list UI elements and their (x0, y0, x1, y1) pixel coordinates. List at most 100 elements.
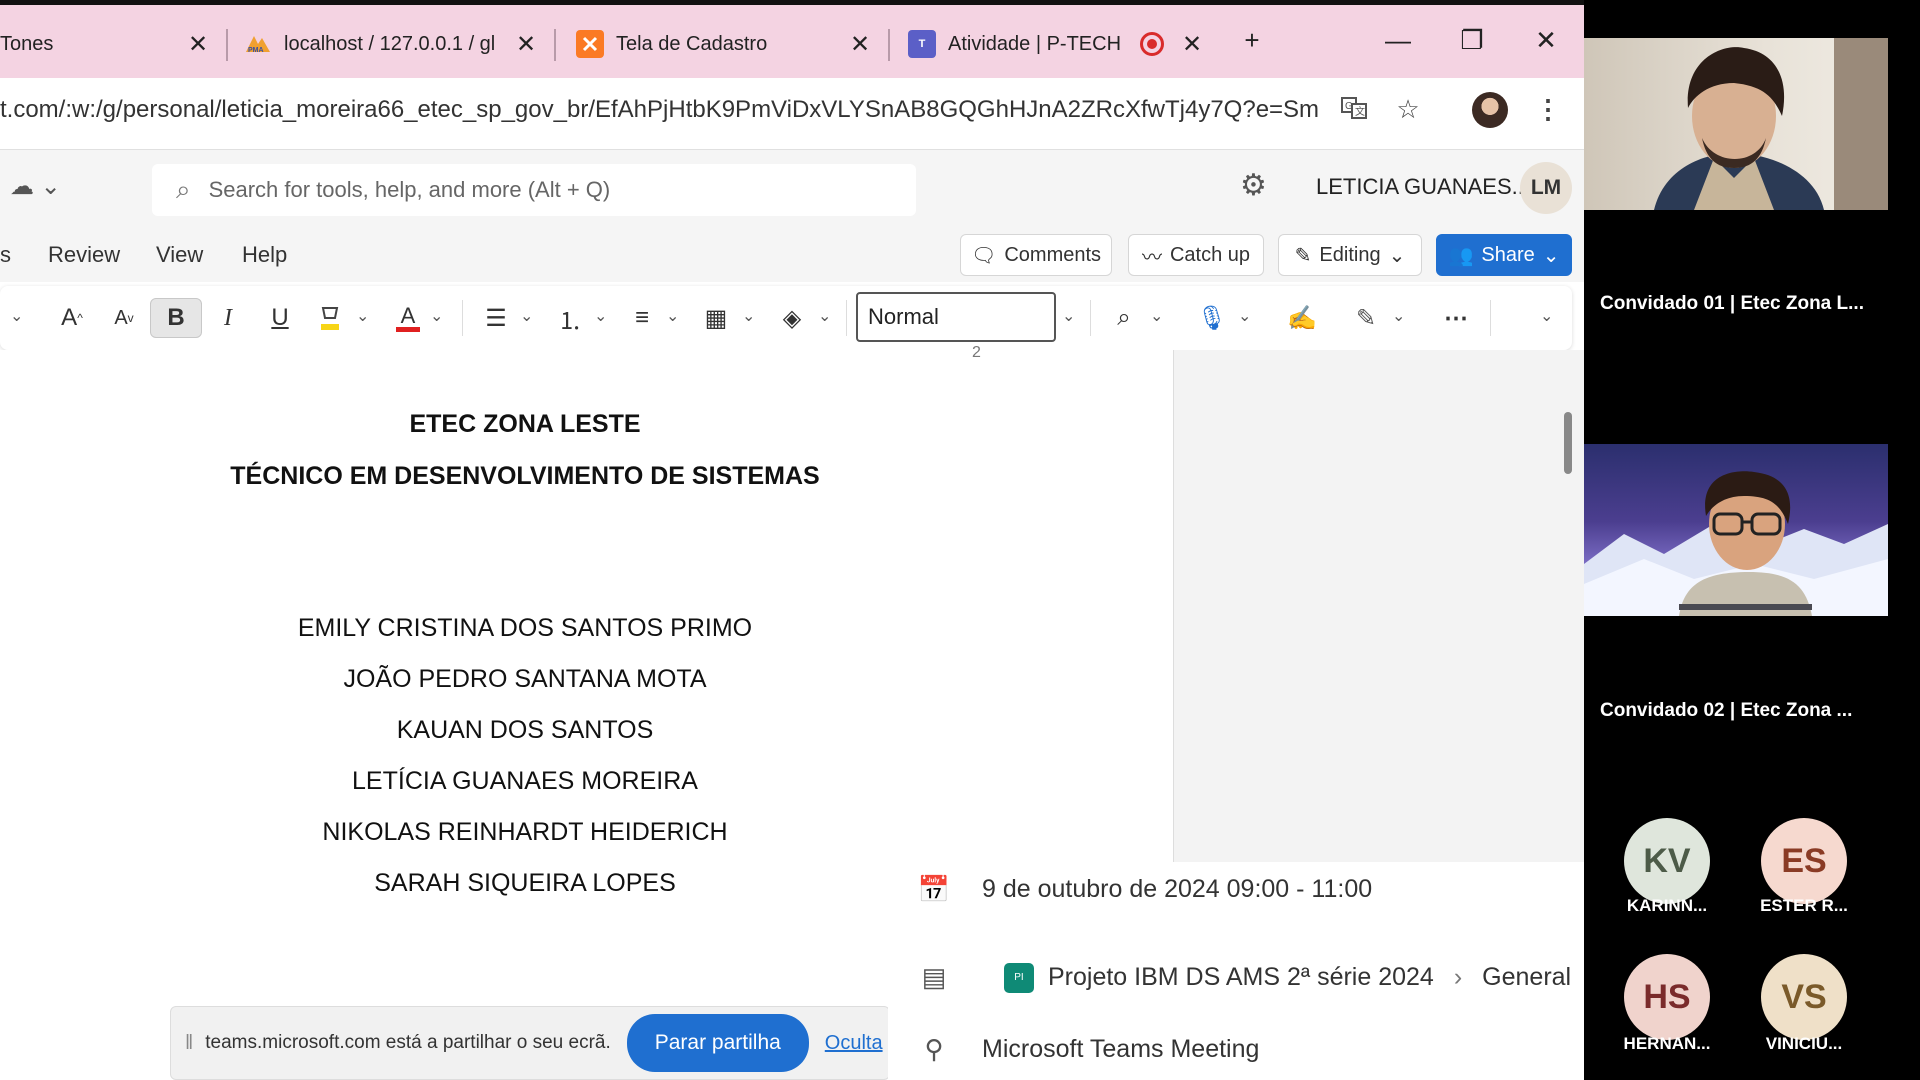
find-icon[interactable]: ⌕ (1104, 298, 1144, 338)
menu-item-review[interactable]: Review (48, 242, 120, 268)
more-options-icon[interactable]: ⋯ (1436, 298, 1476, 338)
font-size-dropdown-icon[interactable]: ⌄ (10, 306, 23, 326)
grow-font-icon[interactable]: A ^ (52, 298, 92, 338)
browser-tab-strip: Tones ✕ PMA localhost / 127.0.0.1 / gl ✕… (0, 0, 1584, 78)
participant-video[interactable] (1584, 38, 1888, 210)
chevron-down-icon[interactable]: ⌄ (818, 306, 831, 326)
more-menu-icon[interactable]: ⋮ (1530, 94, 1566, 125)
doc-student-name: JOÃO PEDRO SANTANA MOTA (343, 665, 707, 693)
close-icon[interactable]: ✕ (1180, 30, 1204, 59)
doc-student-name: LETÍCIA GUANAES MOREIRA (352, 767, 698, 795)
browser-tab-phpmyadmin[interactable]: PMA localhost / 127.0.0.1 / gl ✕ (244, 16, 538, 72)
new-tab-button[interactable]: + (1232, 25, 1272, 56)
meeting-info-card: 📅 9 de outubro de 2024 09:00 - 11:00 ▤ P… (888, 862, 1584, 1080)
participant-label: VINICIU... (1765, 1034, 1843, 1053)
borders-icon[interactable]: ▦ (698, 298, 734, 338)
profile-avatar[interactable] (1472, 92, 1508, 128)
tab-divider (226, 29, 228, 61)
word-menu-row: s Review View Help 🗨 Comments 〰 Catch up… (0, 228, 1584, 282)
team-icon: PI (1004, 962, 1034, 993)
minimize-icon[interactable]: — (1378, 25, 1418, 56)
meeting-channel-name[interactable]: General (1482, 963, 1571, 992)
numbering-icon[interactable]: ⒈ (552, 298, 588, 338)
hide-banner-link[interactable]: Oculta (825, 1032, 883, 1055)
share-label: Share (1481, 243, 1535, 266)
menu-item-partial[interactable]: s (0, 242, 11, 268)
expand-ribbon-icon[interactable]: ⌄ (1540, 306, 1553, 326)
comments-button[interactable]: 🗨 Comments (960, 234, 1112, 276)
menu-item-view[interactable]: View (156, 242, 203, 268)
chevron-down-icon[interactable]: ⌄ (430, 306, 443, 326)
close-icon[interactable]: ✕ (514, 30, 538, 59)
participant-avatar[interactable]: VS (1761, 954, 1847, 1040)
designer-icon[interactable]: ✎ (1346, 298, 1386, 338)
browser-tab-atividade-teams[interactable]: T Atividade | P-TECH | ✕ (908, 16, 1204, 72)
autosave-cloud-icon[interactable]: ☁︎ ⌄ (10, 172, 61, 201)
people-icon: 👥 (1448, 244, 1474, 267)
bold-icon[interactable]: B (150, 298, 202, 338)
chevron-down-icon[interactable]: ⌄ (742, 306, 755, 326)
chevron-down-icon[interactable]: ⌄ (520, 306, 533, 326)
tab-divider (554, 29, 556, 61)
meeting-location-row: ⚲ Microsoft Teams Meeting (888, 1034, 1259, 1065)
search-input[interactable]: ⌕ Search for tools, help, and more (Alt … (152, 164, 916, 216)
window-close-icon[interactable]: ✕ (1526, 25, 1566, 56)
chevron-down-icon[interactable]: ⌄ (1062, 306, 1075, 326)
teams-participants-panel: Convidado 01 | Etec Zona L... Convidado … (1584, 0, 1920, 1080)
highlight-icon[interactable] (312, 298, 348, 338)
share-button[interactable]: 👥 Share ⌄ (1436, 234, 1572, 276)
toolbar-divider (1090, 300, 1091, 336)
participant-label: ESTER R... (1760, 896, 1848, 915)
close-icon[interactable]: ✕ (186, 30, 210, 59)
chevron-down-icon[interactable]: ⌄ (356, 306, 369, 326)
tab-label: Atividade | P-TECH | (948, 32, 1128, 55)
toolbar-divider (1490, 300, 1491, 336)
participant-avatar[interactable]: HS (1624, 954, 1710, 1040)
editor-icon[interactable]: ✍ (1282, 298, 1322, 338)
participant-video[interactable] (1584, 444, 1888, 616)
meeting-team-name[interactable]: Projeto IBM DS AMS 2ª série 2024 (1048, 963, 1434, 992)
browser-tab-tela-cadastro[interactable]: Tela de Cadastro ✕ (576, 16, 872, 72)
shrink-font-icon[interactable]: Av (104, 298, 144, 338)
vertical-scrollbar[interactable] (1564, 412, 1572, 474)
editing-label: Editing (1319, 243, 1381, 266)
menu-item-help[interactable]: Help (242, 242, 287, 268)
participant-avatar[interactable]: ES (1761, 818, 1847, 904)
chevron-down-icon[interactable]: ⌄ (666, 306, 679, 326)
font-color-icon[interactable]: A (390, 298, 426, 338)
drag-handle-icon[interactable]: ‖ (185, 1032, 193, 1055)
star-icon[interactable]: ☆ (1390, 94, 1426, 125)
chevron-down-icon: ⌄ (1388, 244, 1406, 267)
tab-label: localhost / 127.0.0.1 / gl (284, 32, 496, 55)
translate-icon[interactable]: G文 (1336, 94, 1372, 129)
pencil-icon: ✎ (1294, 244, 1312, 267)
activity-icon: 〰 (1141, 246, 1162, 269)
chevron-down-icon[interactable]: ⌄ (1238, 306, 1251, 326)
bullets-icon[interactable]: ☰ (478, 298, 514, 338)
shading-icon[interactable]: ◈ (774, 298, 810, 338)
close-icon[interactable]: ✕ (848, 30, 872, 59)
share-banner-text: teams.microsoft.com está a partilhar o s… (205, 1032, 611, 1053)
restore-icon[interactable]: ❐ (1452, 25, 1492, 56)
user-avatar[interactable]: LM (1520, 162, 1572, 214)
meeting-channel-row[interactable]: ▤ PI Projeto IBM DS AMS 2ª série 2024 › … (888, 962, 1571, 993)
underline-icon[interactable]: U (260, 298, 300, 338)
stop-sharing-button[interactable]: Parar partilha (626, 1014, 809, 1072)
url-field[interactable]: t.com/:w:/g/personal/leticia_moreira66_e… (0, 96, 1320, 124)
chevron-down-icon[interactable]: ⌄ (1150, 306, 1163, 326)
chevron-down-icon[interactable]: ⌄ (1392, 306, 1405, 326)
gear-icon[interactable]: ⚙ (1240, 168, 1267, 203)
align-icon[interactable]: ≡ (624, 298, 660, 338)
browser-tab-tones[interactable]: Tones ✕ (0, 16, 210, 72)
style-select[interactable]: Normal (856, 292, 1056, 342)
calendar-icon: 📅 (917, 874, 951, 904)
doc-course-heading: TÉCNICO EM DESENVOLVIMENTO DE SISTEMAS (230, 462, 820, 490)
participant-avatar[interactable]: KV (1624, 818, 1710, 904)
toolbar-divider (462, 300, 463, 336)
user-name[interactable]: LETICIA GUANAES... (1316, 174, 1530, 200)
italic-icon[interactable]: I (208, 298, 248, 338)
editing-mode-button[interactable]: ✎ Editing ⌄ (1278, 234, 1422, 276)
catch-up-button[interactable]: 〰 Catch up (1128, 234, 1264, 276)
chevron-down-icon[interactable]: ⌄ (594, 306, 607, 326)
dictate-microphone-icon[interactable]: 🎙 (1194, 298, 1230, 338)
